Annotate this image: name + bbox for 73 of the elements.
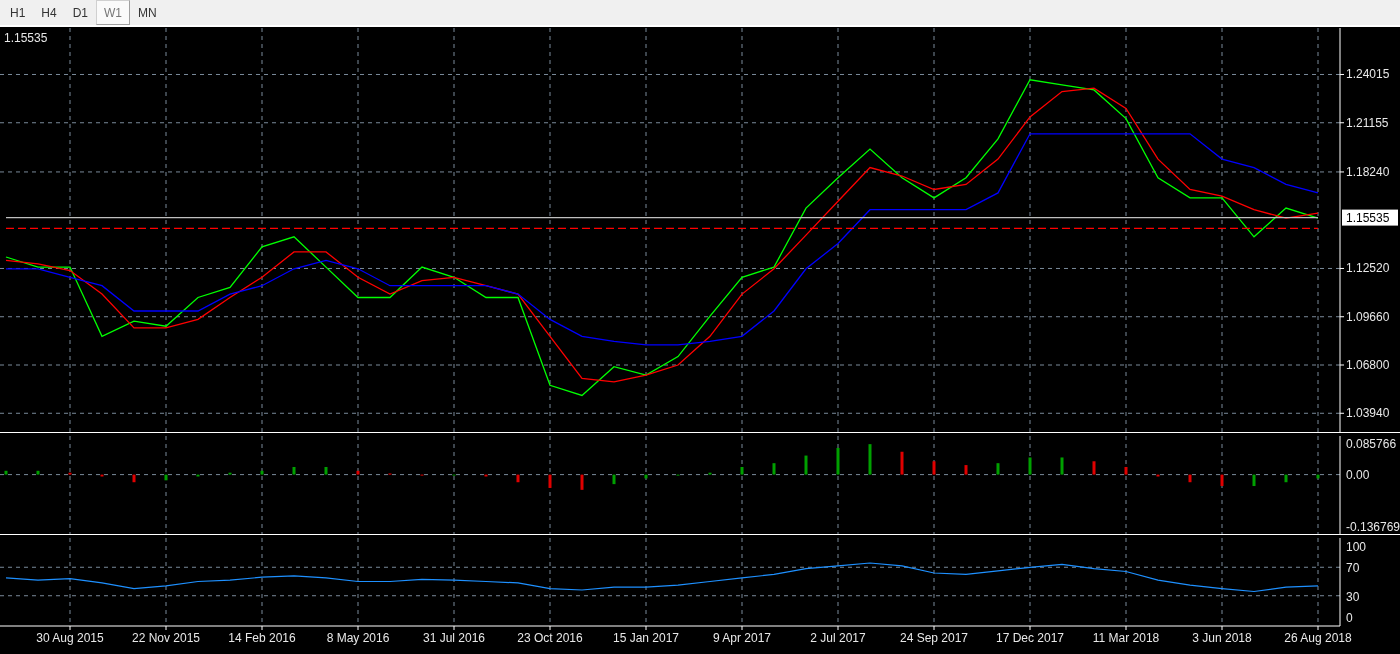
histogram-bar <box>1156 474 1160 477</box>
histogram-bar <box>548 474 552 488</box>
histogram-bar <box>324 467 328 475</box>
histogram-bar <box>1220 474 1224 487</box>
histogram-bar <box>932 461 936 475</box>
axis-label: 1.03940 <box>1346 406 1390 421</box>
histogram-bar <box>740 467 744 475</box>
axis-label: 70 <box>1346 561 1360 576</box>
histogram-bar <box>1284 474 1288 483</box>
histogram-bar <box>260 470 264 475</box>
histogram-bar <box>996 463 1000 475</box>
timeframe-tab[interactable]: W1 <box>96 0 131 25</box>
histogram-bar <box>292 467 296 475</box>
axis-label: 0 <box>1346 611 1353 626</box>
axis-label: -0.136769 <box>1346 519 1400 534</box>
date-label: 30 Aug 2015 <box>36 631 104 645</box>
date-label: 8 May 2016 <box>326 631 390 645</box>
axis-label: 100 <box>1346 539 1367 554</box>
histogram-bar <box>1028 457 1032 475</box>
axis-label: 1.12520 <box>1346 261 1390 276</box>
price-tag: 1.15535 <box>1342 209 1398 226</box>
histogram-bar <box>1316 474 1320 479</box>
histogram-bar <box>164 474 168 481</box>
axis-label: 1.09660 <box>1346 309 1390 324</box>
histogram-bar <box>36 470 40 475</box>
date-label: 11 Mar 2018 <box>1092 631 1160 645</box>
timeframe-tab[interactable]: H4 <box>33 0 65 25</box>
date-label: 3 Jun 2018 <box>1192 631 1252 645</box>
date-label: 17 Dec 2017 <box>995 631 1065 645</box>
histogram-bar <box>772 463 776 475</box>
date-label: 24 Sep 2017 <box>899 631 969 645</box>
histogram-bar <box>228 472 232 475</box>
axis-label: 0.085766 <box>1346 437 1397 451</box>
histogram-bar <box>708 472 712 475</box>
histogram-bar <box>1060 457 1064 475</box>
histogram-bar <box>484 474 488 477</box>
histogram-bar <box>1092 461 1096 475</box>
histogram-bar <box>964 465 968 475</box>
histogram-bar <box>1188 474 1192 483</box>
date-label: 9 Apr 2017 <box>712 631 772 645</box>
axis-label: 1.24015 <box>1346 67 1390 82</box>
histogram-bar <box>100 474 104 477</box>
axis-label: 30 <box>1346 589 1360 604</box>
histogram-bar <box>644 474 648 479</box>
date-label: 2 Jul 2017 <box>810 631 866 645</box>
axis-label: 1.18240 <box>1346 164 1390 179</box>
histogram-bar <box>68 472 72 475</box>
histogram-bar <box>900 451 904 475</box>
histogram-bar <box>804 455 808 475</box>
histogram-bar <box>612 474 616 485</box>
histogram-bar <box>868 444 872 475</box>
histogram-bar <box>516 474 520 483</box>
histogram-bar <box>1124 467 1128 475</box>
axis-label: 0.00 <box>1346 467 1370 482</box>
histogram-bar <box>1252 474 1256 487</box>
date-label: 14 Feb 2016 <box>228 631 296 645</box>
axis-label: 1.21155 <box>1346 115 1389 130</box>
timeframe-tab[interactable]: MN <box>130 0 165 25</box>
timeframe-tab[interactable]: D1 <box>64 0 97 25</box>
date-label: 22 Nov 2015 <box>131 631 201 645</box>
date-label: 15 Jan 2017 <box>612 631 680 645</box>
price-label: 1.15535 <box>4 31 48 45</box>
histogram-bar <box>4 470 8 475</box>
date-label: 31 Jul 2016 <box>422 631 486 645</box>
histogram-bar <box>132 474 136 483</box>
timeframe-tab[interactable]: H1 <box>2 0 34 25</box>
histogram-bar <box>836 447 840 475</box>
axis-label: 1.06800 <box>1346 358 1390 372</box>
histogram-bar <box>196 474 200 477</box>
histogram-bar <box>356 470 360 475</box>
date-label: 26 Aug 2018 <box>1284 631 1352 645</box>
histogram-bar <box>580 474 584 490</box>
date-label: 23 Oct 2016 <box>517 631 583 645</box>
